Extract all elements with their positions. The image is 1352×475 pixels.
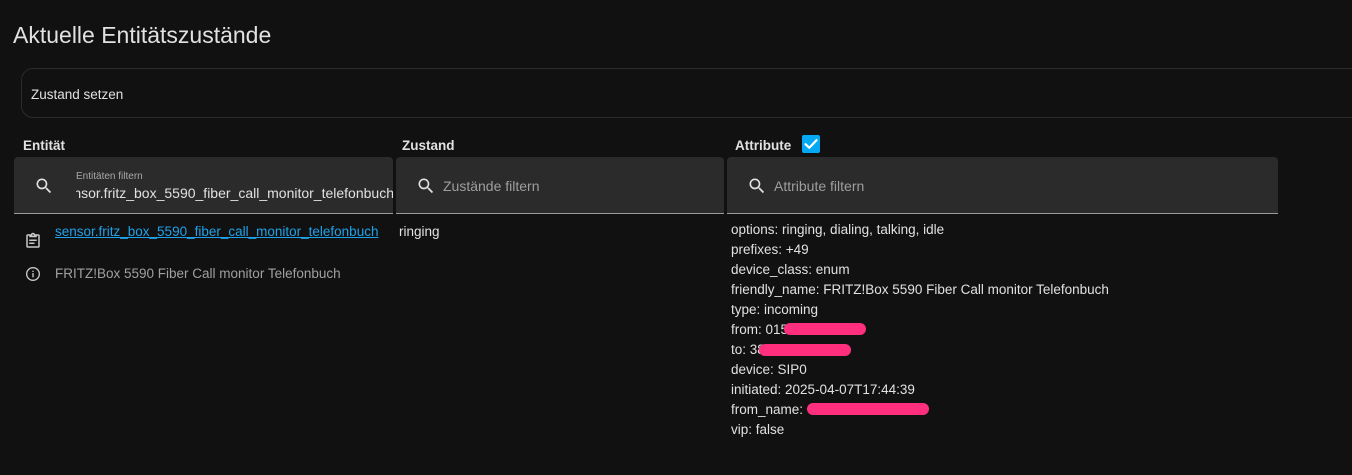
attribute-item: friendly_name: FRITZ!Box 5590 Fiber Call…	[731, 282, 1109, 297]
search-icon	[36, 178, 52, 194]
redaction-mark	[807, 403, 930, 416]
attribute-item: prefixes: +49	[731, 242, 809, 257]
attributes-checkbox[interactable]	[802, 135, 820, 153]
entity-filter-label: Entitäten filtern	[76, 171, 143, 182]
entity-filter[interactable]: Entitäten filtern sensor.fritz_box_5590_…	[14, 157, 393, 214]
attribute-item: from_name:	[731, 400, 1109, 420]
attribute-text: from_name:	[731, 402, 804, 417]
attribute-filter-input[interactable]	[774, 157, 1264, 213]
attribute-item: device_class: enum	[731, 262, 850, 277]
attribute-item: initiated: 2025-04-07T17:44:39	[731, 382, 915, 397]
entity-id-link[interactable]: sensor.fritz_box_5590_fiber_call_monitor…	[55, 222, 385, 242]
attribute-item: to: 38	[731, 340, 1109, 360]
entity-filter-value[interactable]: sensor.fritz_box_5590_fiber_call_monitor…	[76, 185, 393, 201]
column-header-state: Zustand	[402, 138, 455, 153]
redaction-mark	[784, 323, 867, 336]
check-icon	[804, 139, 818, 149]
attribute-item: type: incoming	[731, 302, 819, 317]
entity-state: ringing	[399, 224, 440, 239]
clipboard-icon[interactable]	[24, 231, 42, 251]
column-header-attributes: Attribute	[735, 138, 792, 153]
attribute-text: from: 015	[731, 322, 789, 337]
attribute-list: options: ringing, dialing, talking, idle…	[731, 220, 1109, 440]
page-title: Aktuelle Entitätszustände	[13, 22, 272, 48]
column-header-entity: Entität	[23, 138, 65, 153]
attribute-item: device: SIP0	[731, 362, 807, 377]
set-state-label: Zustand setzen	[31, 87, 124, 102]
info-icon	[26, 267, 40, 281]
attribute-item: options: ringing, dialing, talking, idle	[731, 222, 945, 237]
state-filter-input[interactable]	[443, 157, 713, 213]
redaction-mark	[758, 344, 851, 357]
set-state-card[interactable]: Zustand setzen	[21, 68, 1352, 118]
search-icon	[749, 178, 765, 194]
entity-friendly-name: FRITZ!Box 5590 Fiber Call monitor Telefo…	[55, 266, 341, 281]
attribute-filter[interactable]	[727, 157, 1278, 214]
search-icon	[418, 178, 434, 194]
attribute-item: from: 015	[731, 320, 1109, 340]
state-filter[interactable]	[396, 157, 724, 214]
attribute-item: vip: false	[731, 422, 785, 437]
